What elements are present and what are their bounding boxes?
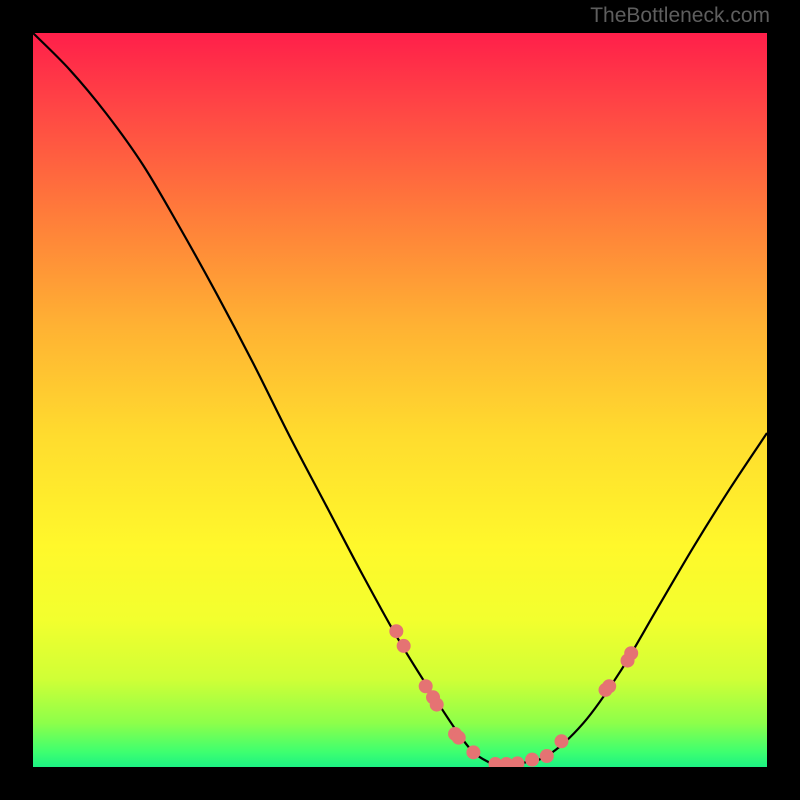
data-marker <box>554 734 568 748</box>
data-marker <box>510 756 524 767</box>
data-marker <box>430 698 444 712</box>
data-marker <box>466 745 480 759</box>
data-marker <box>389 624 403 638</box>
data-marker <box>540 749 554 763</box>
data-marker <box>525 753 539 767</box>
data-marker <box>397 639 411 653</box>
watermark-text: TheBottleneck.com <box>590 4 770 28</box>
bottleneck-curve <box>33 33 767 767</box>
chart-container: TheBottleneck.com <box>0 0 800 800</box>
data-marker <box>452 731 466 745</box>
data-marker <box>624 646 638 660</box>
data-marker <box>602 679 616 693</box>
plot-area <box>33 33 767 767</box>
